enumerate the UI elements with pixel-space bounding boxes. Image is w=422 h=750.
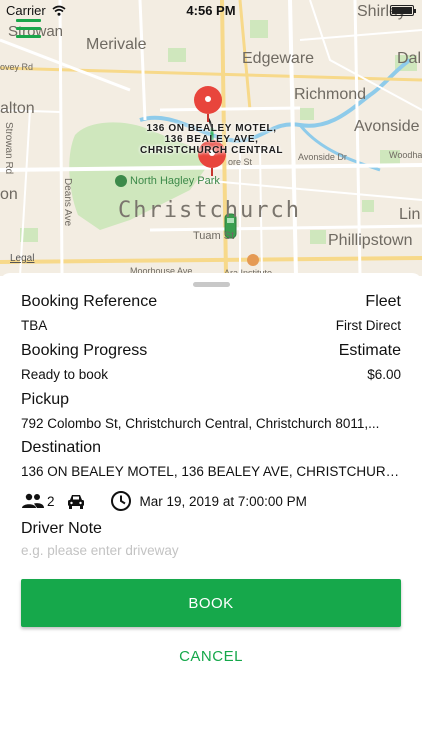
fleet-value: First Direct xyxy=(335,318,401,333)
drag-handle[interactable] xyxy=(193,282,230,287)
destination-pin-label[interactable]: 136 ON BEALEY MOTEL, 136 BEALEY AVE, CHR… xyxy=(140,123,283,156)
map-label: Woodha xyxy=(389,150,422,160)
map-label: North Hagley Park xyxy=(130,175,220,187)
estimate-value: $6.00 xyxy=(367,367,401,382)
vehicle-icon[interactable] xyxy=(67,493,85,509)
map-view[interactable]: Strowan Shirley Merivale Edgeware Dall o… xyxy=(0,0,422,276)
map-label: Lin xyxy=(399,206,421,223)
map-label: alton xyxy=(0,100,35,117)
destination-label: Destination xyxy=(21,439,102,456)
pickup-label: Pickup xyxy=(21,391,70,408)
passenger-count[interactable]: 2 xyxy=(47,494,55,509)
map-label: Avonside xyxy=(354,118,420,135)
pickup-address[interactable]: 792 Colombo St, Christchurch Central, Ch… xyxy=(21,416,379,431)
map-label: Strowan Rd xyxy=(3,122,14,175)
driver-note-input[interactable] xyxy=(21,543,401,558)
booking-sheet: Booking Reference Fleet TBA First Direct… xyxy=(0,273,422,750)
booking-progress-label: Booking Progress xyxy=(21,342,148,359)
destination-address[interactable]: 136 ON BEALEY MOTEL, 136 BEALEY AVE, CHR… xyxy=(21,464,401,479)
cancel-button[interactable]: CANCEL xyxy=(21,643,401,669)
map-label: Phillipstown xyxy=(328,232,413,249)
hamburger-icon xyxy=(16,19,41,22)
status-time: 4:56 PM xyxy=(186,3,236,18)
map-label: ore St xyxy=(228,157,253,167)
map-label: Dall xyxy=(397,50,422,67)
fleet-label: Fleet xyxy=(365,293,401,310)
progress-value-row: Ready to book $6.00 xyxy=(21,367,401,382)
reference-value-row: TBA First Direct xyxy=(21,318,401,333)
book-button[interactable]: BOOK xyxy=(21,579,401,627)
map-label: Avonside Dr xyxy=(298,152,347,162)
destination-pin-icon xyxy=(194,86,222,122)
map-label: on xyxy=(0,186,18,203)
map-label: Christchurch xyxy=(118,198,301,223)
map-label: Edgeware xyxy=(242,50,315,67)
pickup-datetime[interactable]: Mar 19, 2019 at 7:00:00 PM xyxy=(140,494,307,509)
passengers-icon[interactable] xyxy=(21,493,45,509)
booking-progress-value: Ready to book xyxy=(21,367,109,382)
menu-button[interactable] xyxy=(16,19,41,38)
map-label: Tuam St xyxy=(193,230,235,242)
estimate-label: Estimate xyxy=(338,342,401,359)
map-label: ovey Rd xyxy=(0,62,34,72)
legal-link[interactable]: Legal xyxy=(10,253,34,264)
booking-reference-label: Booking Reference xyxy=(21,293,158,310)
progress-header-row: Booking Progress Estimate xyxy=(21,342,401,360)
booking-reference-value: TBA xyxy=(21,318,48,333)
driver-note-label: Driver Note xyxy=(21,520,102,537)
battery-icon xyxy=(390,5,416,16)
reference-header-row: Booking Reference Fleet xyxy=(21,293,401,311)
map-label: Merivale xyxy=(86,36,147,53)
trip-details-row: 2 Mar 19, 2019 at 7:00:00 PM xyxy=(21,490,307,512)
clock-icon[interactable] xyxy=(110,490,132,512)
map-label: Richmond xyxy=(294,86,367,103)
status-bar: Carrier 4:56 PM xyxy=(0,0,422,22)
map-label: Deans Ave xyxy=(62,178,73,227)
